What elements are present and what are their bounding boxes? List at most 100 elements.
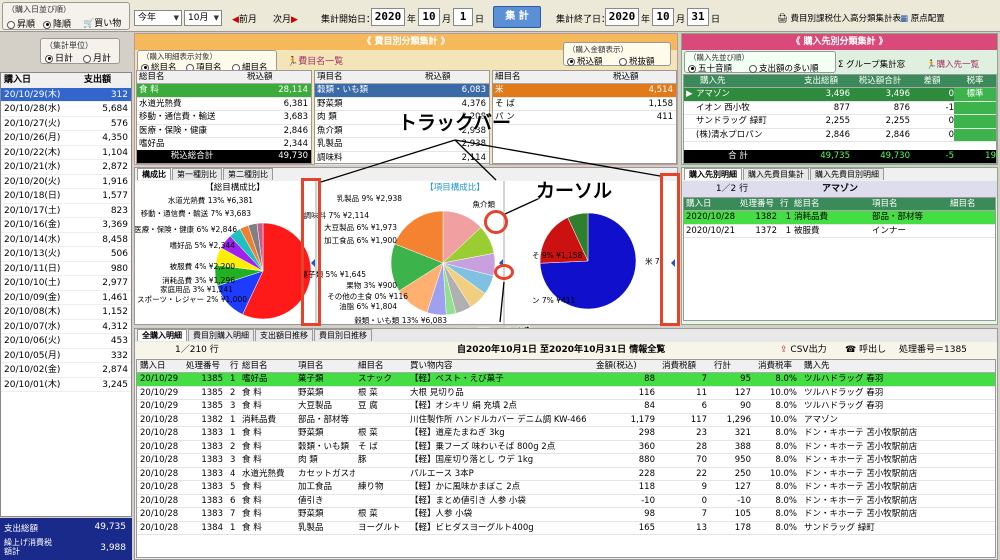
purchase-row[interactable]: 20/10/29 1385 3 食 料 大豆製品 豆 腐 【軽】オシキリ 絹 充填 2点 84… — [137, 400, 995, 414]
date-row[interactable]: 20/10/28(水) 5,684 — [1, 102, 131, 117]
vendor-row[interactable]: サンドラッグ 緑町 2,255 2,255 0 — [684, 115, 996, 129]
purchase-row[interactable]: 20/10/28 1382 1 消耗品費 部品・部材等 川住製作所 ハンドルカバー デニム… — [137, 414, 995, 427]
period-select[interactable]: 今年 — [134, 10, 182, 26]
date-row[interactable]: 20/10/05(月) 332 — [1, 349, 131, 363]
recall-button[interactable]: ☎ 呼出し — [845, 342, 886, 359]
tab-type1[interactable]: 第一種別比 — [172, 168, 222, 180]
start-date-label: 集計開始日： — [321, 15, 376, 25]
detail-category-grid[interactable]: 細目名 税込額 米 4,514 そ ば 1,158 パ ン 411 — [492, 70, 677, 164]
vendor-list-link[interactable]: 🏃購入先一覧 — [926, 58, 979, 70]
category-row[interactable]: そ ば 1,158 — [493, 98, 676, 111]
vendor-row[interactable]: アマゾン 3,496 3,496 0 標準 ▶ — [684, 88, 996, 102]
purchase-row[interactable]: 20/10/28 1383 5 食 料 加工食品 練り物 【軽】かに風味かまぼこ 2点 118… — [137, 481, 995, 495]
end-month-field[interactable]: 10 — [652, 8, 674, 26]
vendor-detail-row[interactable]: 2020/10/21 1372 1 被服費 インナー — [684, 225, 995, 238]
row-date: 20/10/21(水) — [4, 162, 61, 172]
csv-export-button[interactable]: ⇪ CSV出力 — [780, 342, 827, 359]
purchase-row[interactable]: 20/10/28 1383 6 食 料 値引き 【軽】まとめ値引き 人参 小袋 -10 0 -1… — [137, 495, 995, 508]
sort-desc-radio[interactable]: 降順 — [43, 17, 71, 30]
date-row[interactable]: 20/10/11(日) 980 — [1, 262, 131, 276]
vendor-row[interactable]: (株)清水プロパン 2,846 2,846 0 — [684, 128, 996, 142]
category-row[interactable]: 乳製品 2,938 — [315, 138, 489, 152]
tab-all-details[interactable]: 全購入明細 — [137, 329, 187, 341]
opt-excl-radio[interactable]: 税抜額 — [619, 55, 655, 67]
category-row[interactable]: 医療・保険・健康 2,846 — [137, 125, 311, 138]
tab-daily-spend[interactable]: 支出額日推移 — [255, 329, 313, 341]
date-row[interactable]: 20/10/10(土) 2,977 — [1, 276, 131, 291]
category-row[interactable]: 米 4,514 — [493, 84, 676, 98]
tab-category-daily[interactable]: 費目別日推移 — [314, 329, 372, 341]
date-row[interactable]: 20/10/21(水) 2,872 — [1, 160, 131, 175]
prev-month-button[interactable]: ◀前月 — [232, 12, 257, 25]
category-row[interactable]: 水道光熱費 6,381 — [137, 98, 311, 111]
daily-spending-list[interactable]: 購入日 支出額 20/10/29(木) 312 20/10/28(水) 5,684 20/… — [0, 72, 132, 517]
purchase-row[interactable]: 20/10/29 1385 1 嗜好品 菓子類 スナック 【軽】ベスト・えび菓子 88 7 95 8… — [137, 373, 995, 387]
category-row[interactable]: 穀類・いも類 6,083 — [315, 84, 489, 98]
purchase-row[interactable]: 20/10/28 1383 2 食 料 穀類・いも類そ ば 【軽】乗フーズ 味わいそば 8… — [137, 441, 995, 454]
total-category-grid[interactable]: 総目名 税込額 食 料 28,114 水道光熱費 6,381 移動・通信費・輸送 3,683… — [136, 70, 312, 164]
category-row[interactable]: 食 料 28,114 — [137, 84, 311, 98]
category-row[interactable]: 調味料 2,114 — [315, 152, 489, 165]
purchase-cell: 【軽】人参 小袋 — [410, 509, 473, 519]
date-row[interactable]: 20/10/27(火) 576 — [1, 117, 131, 131]
date-row[interactable]: 20/10/09(金) 1,461 — [1, 291, 131, 305]
vendor-grid[interactable]: 購入先 支出総額 税込額合計 差額 税率 アマゾン 3,496 3,496 0 標準 ▶ イオン 西… — [683, 74, 997, 164]
vendor-detail-grid[interactable]: 購入日 処理番号行総目名 項目名 細目名 2020/10/28 1382 1 消耗品費 部品・… — [683, 197, 996, 321]
purchase-cell: 8.0% — [775, 401, 797, 411]
purchase-row[interactable]: 20/10/28 1383 3 食 料 肉 類 豚 【軽】国産切り落とし ウデ 1kg 880… — [137, 454, 995, 468]
end-day-field[interactable]: 31 — [687, 8, 709, 26]
tab-vendor-category-detail[interactable]: 購入先費目別明細 — [810, 168, 884, 180]
vendor-row[interactable]: イオン 西小牧 877 876 -1 — [684, 101, 996, 115]
date-row[interactable]: 20/10/18(日) 1,577 — [1, 189, 131, 204]
purchase-cell: 根 菜 — [358, 509, 378, 519]
monthly-radio[interactable]: 月計 — [83, 51, 111, 64]
start-year-field[interactable]: 2020 — [371, 8, 405, 26]
purchase-cell: 98 — [644, 509, 655, 519]
date-row[interactable]: 20/10/17(土) 823 — [1, 204, 131, 218]
date-row[interactable]: 20/10/29(木) 312 — [1, 87, 131, 102]
date-row[interactable]: 20/10/22(木) 1,104 — [1, 146, 131, 160]
tab-composition[interactable]: 構成比 — [137, 168, 171, 180]
date-row[interactable]: 20/10/16(金) 3,369 — [1, 218, 131, 233]
tab-category-details[interactable]: 費目別購入明細 — [188, 329, 254, 341]
purchase-detail-grid[interactable]: 購入日 処理番号行総目名 項目名 細目名 買い物内容 金額(税込) 消費税額 行計 消費税率 購入… — [136, 359, 996, 558]
tab-vendor-category[interactable]: 購入先費目集計 — [743, 168, 809, 180]
daily-radio[interactable]: 日計 — [45, 51, 73, 64]
date-row[interactable]: 20/10/01(木) 3,245 — [1, 378, 131, 392]
purchase-row[interactable]: 20/10/28 1383 4 水道光熱費 カセットガスボンベ パルエース 3本P 228 2… — [137, 468, 995, 481]
next-month-button[interactable]: 次月▶ — [273, 12, 298, 25]
date-row[interactable]: 20/10/26(月) 4,350 — [1, 131, 131, 146]
vendor-detail-row[interactable]: 2020/10/28 1382 1 消耗品費 部品・部材等 — [684, 211, 995, 225]
category-row[interactable]: 移動・通信費・輸送 3,683 — [137, 111, 311, 125]
category-list-link[interactable]: 🏃費目名一覧 — [287, 54, 343, 67]
group-summary-link[interactable]: Σ グループ集計窓 — [838, 58, 905, 70]
category-row[interactable]: パ ン 411 — [493, 111, 676, 125]
date-row[interactable]: 20/10/14(水) 8,458 — [1, 233, 131, 247]
purchase-row[interactable]: 20/10/29 1385 2 食 料 野菜類 根 菜 大根 見切り品 116 11 127 10.… — [137, 387, 995, 400]
end-year-field[interactable]: 2020 — [605, 8, 639, 26]
purchase-row[interactable]: 20/10/28 1383 1 食 料 野菜類 根 菜 【軽】道産たまねぎ 3kg 298 23… — [137, 427, 995, 441]
vendor-detail-panel: 購入先別明細 購入先費目集計 購入先費目別明細 1／2 行 アマゾン 購入日 処理番号… — [681, 167, 998, 325]
date-row[interactable]: 20/10/02(金) 2,874 — [1, 363, 131, 378]
date-row[interactable]: 20/10/13(火) 506 — [1, 247, 131, 262]
report-link[interactable]: 🖨 費目別課税仕入高分類集計表 — [777, 12, 901, 24]
month-select[interactable]: 10月 — [184, 10, 222, 26]
vendor-alpha-radio[interactable]: 五十音順 — [688, 62, 732, 74]
start-month-field[interactable]: 10 — [418, 8, 440, 26]
start-day-field[interactable]: 1 — [453, 8, 473, 26]
tab-vendor-detail[interactable]: 購入先別明細 — [684, 168, 742, 180]
sort-asc-radio[interactable]: 昇順 — [7, 17, 35, 30]
date-row[interactable]: 20/10/06(火) 453 — [1, 334, 131, 349]
opt-incl-radio[interactable]: 税込額 — [567, 55, 603, 67]
shopping-button[interactable]: 🛒買い物 — [83, 16, 121, 29]
purchase-row[interactable]: 20/10/28 1384 1 食 料 乳製品 ヨーグルト 【軽】ビヒダスヨーグルト400g… — [137, 522, 995, 535]
calculate-button[interactable]: 集 計 — [493, 6, 541, 28]
date-row[interactable]: 20/10/08(木) 1,152 — [1, 305, 131, 320]
date-row[interactable]: 20/10/20(火) 1,916 — [1, 175, 131, 189]
purchase-cell: ドン・キホーテ 苫小牧駅前店 — [804, 468, 918, 479]
vendor-amount-radio[interactable]: 支出額の多い順 — [749, 62, 819, 74]
purchase-row[interactable]: 20/10/28 1383 7 食 料 野菜類 根 菜 【軽】人参 小袋 98 7 105 8.0%… — [137, 508, 995, 522]
config-link[interactable]: ▦ 原点配置 — [900, 12, 945, 24]
tab-type2[interactable]: 第二種別比 — [223, 168, 273, 180]
date-row[interactable]: 20/10/07(水) 4,312 — [1, 320, 131, 334]
